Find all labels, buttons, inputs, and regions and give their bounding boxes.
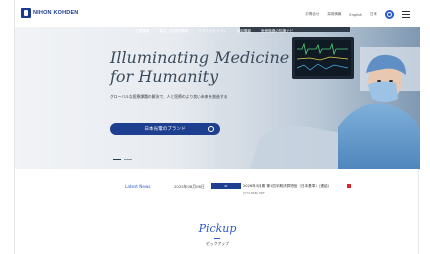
news-label[interactable]: Latest News: [125, 184, 151, 189]
page: NIHON KOHDEN お問合せ 採用情報 English 日本 企業情報 株…: [14, 0, 420, 254]
arrow-circle-icon: [208, 126, 214, 132]
main-nav: 企業情報 株主・投資家情報 サステナビリティ 採用情報 医療機器の知識ナビ: [135, 29, 293, 34]
brand-button[interactable]: 日本光電のブランド: [110, 123, 220, 135]
news-badge-label: IR: [224, 184, 228, 188]
pager-dot-2[interactable]: [124, 159, 132, 160]
news-file-info: (573.8KB) PDF: [243, 191, 265, 195]
news-title-link[interactable]: 2026年3月期 第1四半期決算短信〔日本基準〕(連結): [243, 184, 329, 189]
top-bar: NIHON KOHDEN お問合せ 採用情報 English 日本: [15, 0, 420, 27]
logo[interactable]: NIHON KOHDEN: [21, 8, 78, 18]
pickup-subtitle: ピックアップ: [206, 241, 229, 246]
utility-nav: お問合せ 採用情報 English 日本: [305, 10, 410, 19]
pickup-divider: [214, 238, 220, 239]
brand-button-label: 日本光電のブランド: [144, 127, 186, 132]
news-date: 2025年08月08日: [174, 184, 205, 189]
nav-item-company[interactable]: 企業情報: [135, 29, 149, 34]
pdf-icon: [347, 184, 351, 188]
news-badge: IR: [211, 183, 241, 189]
search-icon[interactable]: [385, 10, 394, 19]
nav-item-careers[interactable]: 採用情報: [237, 29, 251, 34]
nav-item-sustainability[interactable]: サステナビリティ: [198, 29, 226, 34]
pager-dot-1[interactable]: [113, 159, 121, 160]
nav-item-ir[interactable]: 株主・投資家情報: [159, 29, 188, 34]
hero-pager: [113, 159, 132, 160]
hero-headline-line2: for Humanity: [110, 67, 219, 86]
menu-icon[interactable]: [402, 11, 410, 18]
hero: 企業情報 株主・投資家情報 サステナビリティ 採用情報 医療機器の知識ナビ Il…: [15, 27, 420, 169]
utility-link-region[interactable]: 日本: [370, 12, 377, 17]
pickup-title: Pickup: [198, 222, 237, 235]
news-bar: Latest News 2025年08月08日 IR 2026年3月期 第1四半…: [15, 183, 420, 204]
logo-mark-icon: [21, 8, 31, 18]
utility-link-careers[interactable]: 採用情報: [327, 12, 341, 17]
utility-link-contact[interactable]: お問合せ: [305, 12, 319, 17]
hero-headline: Illuminating Medicine for Humanity: [110, 48, 289, 86]
hero-subcopy: グローバルな医療課題の解決で、人と医療のより良い未来を創造する: [110, 94, 228, 99]
logo-text: NIHON KOHDEN: [33, 10, 79, 16]
utility-link-english[interactable]: English: [349, 13, 362, 17]
nav-item-knowledge[interactable]: 医療機器の知識ナビ: [261, 29, 293, 34]
hero-headline-line1: Illuminating Medicine: [110, 48, 290, 67]
